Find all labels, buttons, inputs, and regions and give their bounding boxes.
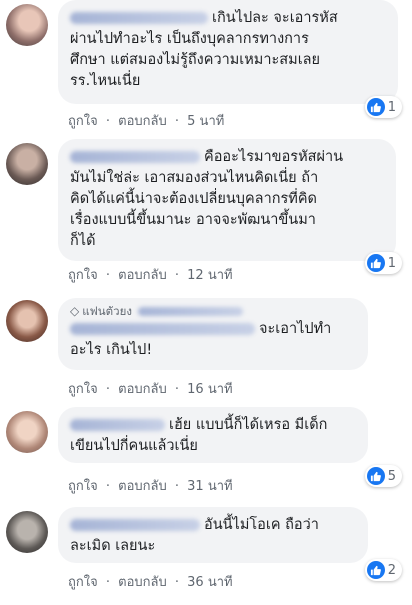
comment-actions: ถูกใจ · ตอบกลับ · 5 นาที	[68, 110, 228, 131]
comment-text-line: ก็ได้	[70, 233, 96, 249]
reply-link[interactable]: ตอบกลับ	[118, 382, 167, 397]
reaction-count[interactable]: 1	[364, 252, 402, 274]
reaction-count[interactable]: 2	[364, 559, 402, 581]
comment-text-line: เฮ้ย แบบนี้ก็ได้เหรอ มีเด็ก	[169, 417, 328, 433]
reply-link[interactable]: ตอบกลับ	[118, 479, 167, 494]
comment-text-line: คืออะไรมาขอรหัสผ่าน	[204, 149, 344, 165]
avatar[interactable]	[6, 300, 48, 342]
blurred-name	[70, 519, 200, 531]
separator: ·	[105, 114, 110, 129]
blurred-name	[70, 151, 200, 163]
fan-badge-label: แฟนตัวยง	[82, 304, 132, 318]
separator: ·	[105, 382, 110, 397]
comment-text-line: จะเอาไปทำ	[259, 321, 332, 337]
like-link[interactable]: ถูกใจ	[68, 114, 98, 129]
comment-actions: ถูกใจ · ตอบกลับ · 12 นาที	[68, 264, 237, 285]
blurred-name	[70, 419, 165, 431]
comment-text-line: มันไม่ใช่ล่ะ เอาสมองส่วนไหนคิดเนี่ย ถ้า	[70, 170, 319, 186]
reaction-number: 5	[387, 468, 396, 484]
timestamp[interactable]: 5 นาที	[187, 114, 224, 129]
timestamp[interactable]: 36 นาที	[187, 575, 232, 590]
comment-text-line: เกินไปละ จะเอารหัส	[212, 10, 338, 26]
reply-link[interactable]: ตอบกลับ	[118, 268, 167, 283]
thumbs-up-icon	[366, 561, 385, 579]
separator: ·	[174, 575, 180, 590]
separator: ·	[174, 268, 180, 283]
reaction-count[interactable]: 1	[364, 96, 402, 118]
comment-text-line: ละเมิด เลยนะ	[70, 538, 156, 554]
comment-bubble: ◇ แฟนตัวยง จะเอาไปทำ อะไร เกินไป!	[58, 298, 368, 370]
avatar[interactable]	[6, 511, 48, 553]
comment-text-line: รร.ไหนเนี่ย	[70, 73, 141, 89]
comment-actions: ถูกใจ · ตอบกลับ · 16 นาที	[68, 378, 237, 399]
comment-bubble: เกินไปละ จะเอารหัส ผ่านไปทำอะไร เป็นถึงบ…	[58, 0, 398, 104]
comment-bubble: คืออะไรมาขอรหัสผ่าน มันไม่ใช่ล่ะ เอาสมอง…	[58, 139, 396, 261]
like-link[interactable]: ถูกใจ	[68, 382, 98, 397]
separator: ·	[174, 479, 180, 494]
avatar[interactable]	[6, 4, 48, 46]
avatar[interactable]	[6, 411, 48, 453]
reaction-number: 1	[387, 99, 396, 115]
like-link[interactable]: ถูกใจ	[68, 575, 98, 590]
thumbs-up-icon	[366, 98, 385, 116]
fan-badge: ◇ แฟนตัวยง	[70, 303, 356, 319]
timestamp[interactable]: 31 นาที	[187, 479, 232, 494]
separator: ·	[174, 382, 180, 397]
blurred-name	[70, 12, 208, 24]
comment-text-line: เขียนไปกี่คนแล้วเนี่ย	[70, 438, 198, 454]
separator: ·	[105, 268, 110, 283]
comment-actions: ถูกใจ · ตอบกลับ · 36 นาที	[68, 571, 237, 592]
diamond-icon: ◇	[70, 304, 80, 318]
comment-bubble: เฮ้ย แบบนี้ก็ได้เหรอ มีเด็ก เขียนไปกี่คน…	[58, 407, 368, 463]
reply-link[interactable]: ตอบกลับ	[118, 114, 167, 129]
reaction-number: 1	[387, 255, 396, 271]
like-link[interactable]: ถูกใจ	[68, 268, 98, 283]
like-link[interactable]: ถูกใจ	[68, 479, 98, 494]
comment-text-line: ศึกษา แต่สมองไม่รู้ถึงความเหมาะสมเลย	[70, 52, 321, 68]
separator: ·	[174, 114, 180, 129]
avatar[interactable]	[6, 143, 48, 185]
comment-text-line: อันนี้ไม่โอเค ถือว่า	[204, 517, 319, 533]
reply-link[interactable]: ตอบกลับ	[118, 575, 167, 590]
comment-actions: ถูกใจ · ตอบกลับ · 31 นาที	[68, 475, 237, 496]
timestamp[interactable]: 16 นาที	[187, 382, 232, 397]
comment-text-line: อะไร เกินไป!	[70, 342, 153, 358]
separator: ·	[105, 575, 110, 590]
thumbs-up-icon	[366, 467, 385, 485]
comment-text-line: ผ่านไปทำอะไร เป็นถึงบุคลากรทางการ	[70, 31, 309, 47]
reaction-count[interactable]: 5	[364, 465, 402, 487]
timestamp[interactable]: 12 นาที	[187, 268, 232, 283]
reaction-number: 2	[387, 562, 396, 578]
blurred-name	[137, 307, 243, 316]
thumbs-up-icon	[366, 254, 385, 272]
separator: ·	[105, 479, 110, 494]
comment-text-line: คิดได้แค่นี้น่าจะต้องเปลี่ยนบุคลากรที่คิ…	[70, 191, 317, 207]
comment-bubble: อันนี้ไม่โอเค ถือว่า ละเมิด เลยนะ	[58, 507, 368, 563]
blurred-name	[70, 323, 255, 335]
comment-text-line: เรื่องแบบนี้ขึ้นมานะ อาจจะพัฒนาขึ้นมา	[70, 212, 316, 228]
